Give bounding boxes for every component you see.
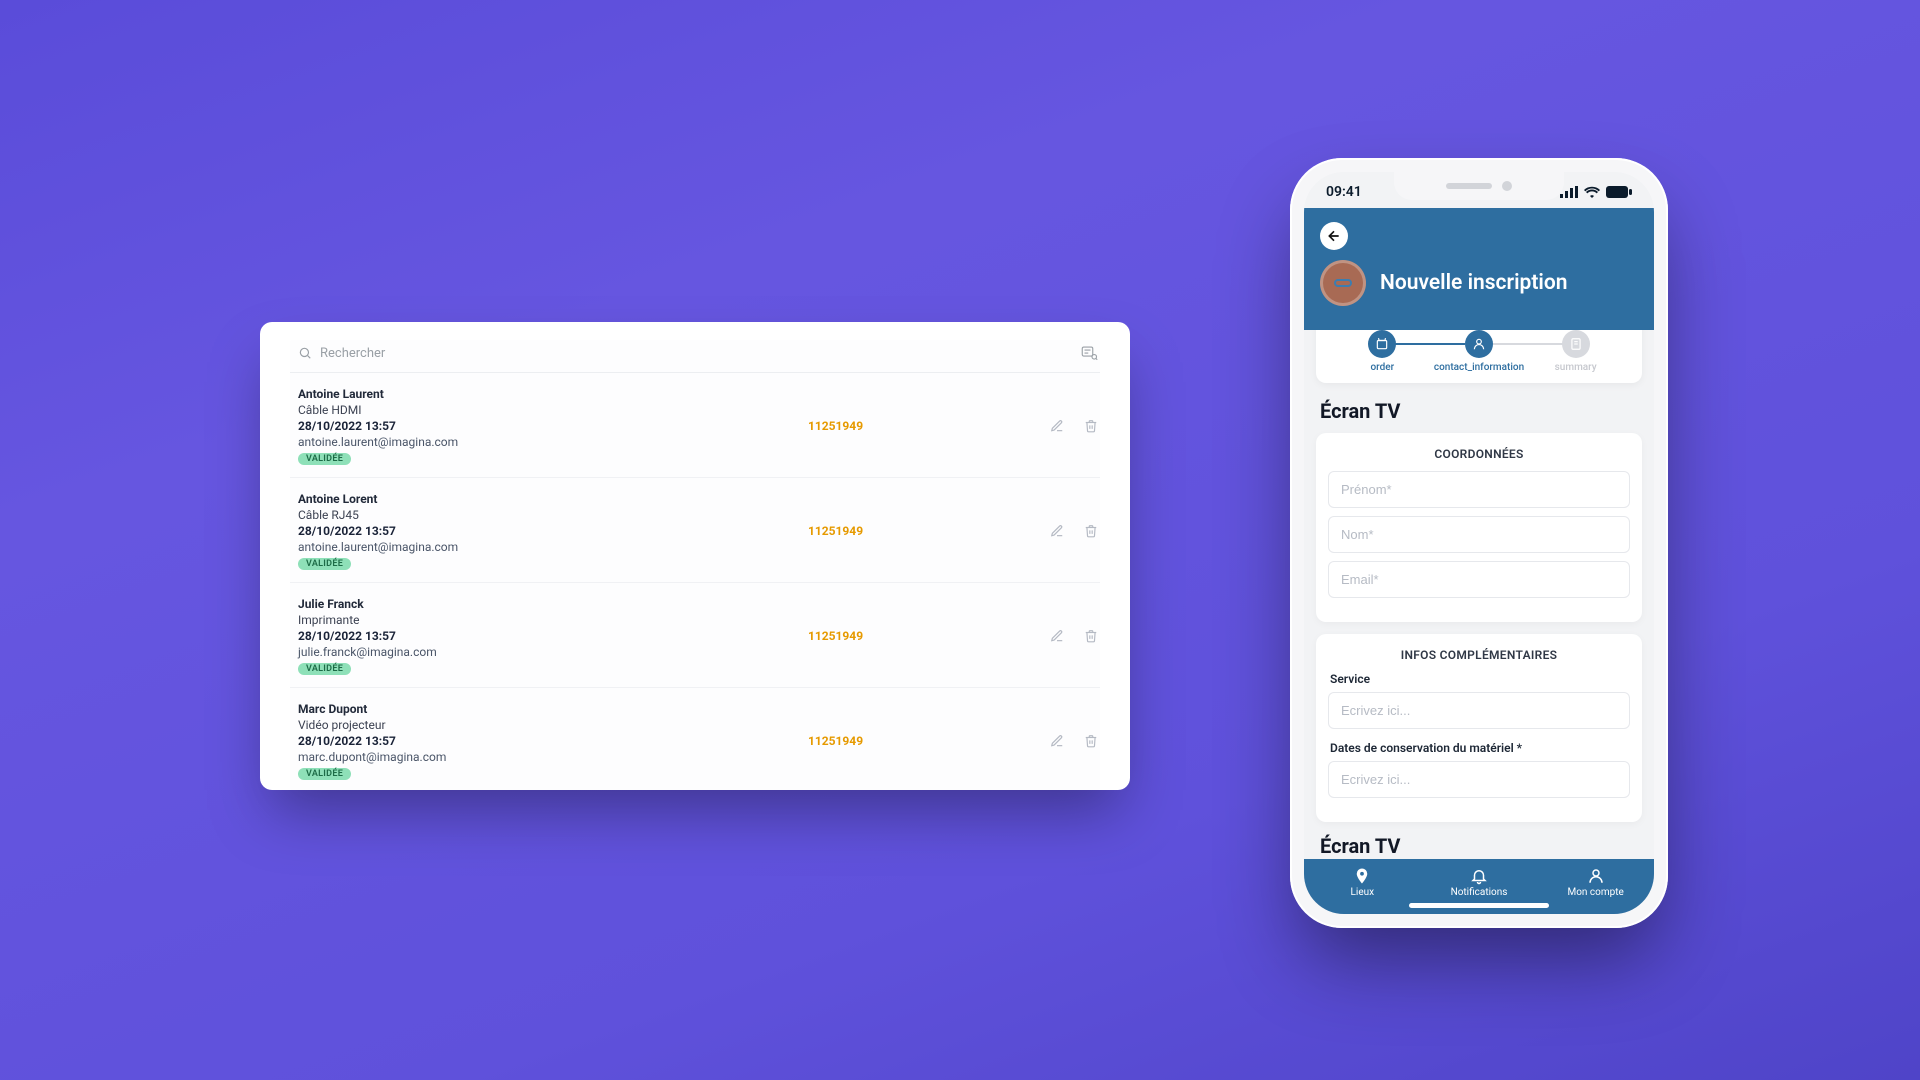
home-indicator[interactable] bbox=[1409, 903, 1549, 908]
step-label: order bbox=[1371, 362, 1395, 373]
battery-icon bbox=[1606, 186, 1632, 198]
tab-places[interactable]: Lieux bbox=[1304, 867, 1421, 898]
row-name: Julie Franck bbox=[298, 597, 796, 611]
form-heading: COORDONNÉES bbox=[1328, 447, 1630, 461]
service-field[interactable] bbox=[1328, 692, 1630, 729]
edit-icon[interactable] bbox=[1050, 524, 1064, 538]
step-summary: summary bbox=[1527, 330, 1624, 373]
row-product: Imprimante bbox=[298, 613, 796, 627]
edit-icon[interactable] bbox=[1050, 419, 1064, 433]
step-label: summary bbox=[1555, 362, 1597, 373]
delete-icon[interactable] bbox=[1084, 419, 1098, 433]
wifi-icon bbox=[1584, 186, 1600, 198]
status-badge: VALIDÉE bbox=[298, 768, 351, 780]
tab-label: Mon compte bbox=[1568, 887, 1624, 898]
dates-field[interactable] bbox=[1328, 761, 1630, 798]
dates-label: Dates de conservation du matériel * bbox=[1330, 741, 1628, 755]
arrow-left-icon bbox=[1326, 228, 1342, 244]
coordinates-card: COORDONNÉES bbox=[1316, 433, 1642, 622]
edit-icon[interactable] bbox=[1050, 629, 1064, 643]
status-badge: VALIDÉE bbox=[298, 453, 351, 465]
tab-notifications[interactable]: Notifications bbox=[1421, 867, 1538, 898]
list-item[interactable]: Antoine Lorent Câble RJ45 28/10/2022 13:… bbox=[290, 478, 1100, 583]
search-icon bbox=[298, 346, 312, 360]
row-ref: 11251949 bbox=[808, 419, 898, 433]
delete-icon[interactable] bbox=[1084, 524, 1098, 538]
delete-icon[interactable] bbox=[1084, 629, 1098, 643]
bell-icon bbox=[1470, 867, 1488, 885]
step-order[interactable]: order bbox=[1334, 330, 1431, 373]
row-email: julie.franck@imagina.com bbox=[298, 645, 796, 659]
row-product: Vidéo projecteur bbox=[298, 718, 796, 732]
row-date: 28/10/2022 13:57 bbox=[298, 524, 796, 538]
lastname-field[interactable] bbox=[1328, 516, 1630, 553]
search-input[interactable]: Rechercher bbox=[298, 346, 385, 361]
row-ref: 11251949 bbox=[808, 524, 898, 538]
status-badge: VALIDÉE bbox=[298, 558, 351, 570]
step-label: contact_information bbox=[1434, 362, 1524, 373]
app-header: Nouvelle inscription bbox=[1304, 208, 1654, 330]
firstname-field[interactable] bbox=[1328, 471, 1630, 508]
section-title: Écran TV bbox=[1304, 834, 1654, 859]
desktop-panel: Rechercher Antoine Laurent Câble HDMI 28… bbox=[260, 322, 1130, 790]
phone-screen: 09:41 Nouvelle inscription bbox=[1304, 172, 1654, 914]
search-row: Rechercher bbox=[298, 340, 1098, 372]
list-item[interactable]: Antoine Laurent Câble HDMI 28/10/2022 13… bbox=[290, 373, 1100, 478]
user-icon bbox=[1587, 867, 1605, 885]
row-email: antoine.laurent@imagina.com bbox=[298, 540, 796, 554]
back-button[interactable] bbox=[1320, 222, 1348, 250]
row-email: antoine.laurent@imagina.com bbox=[298, 435, 796, 449]
row-date: 28/10/2022 13:57 bbox=[298, 419, 796, 433]
row-date: 28/10/2022 13:57 bbox=[298, 734, 796, 748]
row-email: marc.dupont@imagina.com bbox=[298, 750, 796, 764]
phone-notch bbox=[1394, 172, 1564, 200]
row-name: Antoine Lorent bbox=[298, 492, 796, 506]
step-contact[interactable]: contact_information bbox=[1431, 330, 1528, 373]
section-title: Écran TV bbox=[1304, 393, 1654, 433]
row-name: Antoine Laurent bbox=[298, 387, 796, 401]
list-item[interactable]: Marc Dupont Vidéo projecteur 28/10/2022 … bbox=[290, 688, 1100, 790]
row-ref: 11251949 bbox=[808, 734, 898, 748]
row-product: Câble HDMI bbox=[298, 403, 796, 417]
status-badge: VALIDÉE bbox=[298, 663, 351, 675]
list-item[interactable]: Julie Franck Imprimante 28/10/2022 13:57… bbox=[290, 583, 1100, 688]
edit-icon[interactable] bbox=[1050, 734, 1064, 748]
tab-account[interactable]: Mon compte bbox=[1537, 867, 1654, 898]
row-date: 28/10/2022 13:57 bbox=[298, 629, 796, 643]
tab-bar: Lieux Notifications Mon compte bbox=[1304, 859, 1654, 914]
pin-icon bbox=[1353, 867, 1371, 885]
document-icon bbox=[1569, 337, 1583, 351]
row-product: Câble RJ45 bbox=[298, 508, 796, 522]
email-field[interactable] bbox=[1328, 561, 1630, 598]
delete-icon[interactable] bbox=[1084, 734, 1098, 748]
status-time: 09:41 bbox=[1326, 184, 1362, 200]
service-label: Service bbox=[1330, 672, 1628, 686]
filter-icon[interactable] bbox=[1080, 344, 1098, 362]
tab-label: Lieux bbox=[1351, 887, 1375, 898]
stepper: order contact_information summary bbox=[1316, 330, 1642, 383]
form-heading: INFOS COMPLÉMENTAIRES bbox=[1328, 648, 1630, 662]
row-name: Marc Dupont bbox=[298, 702, 796, 716]
user-icon bbox=[1472, 337, 1486, 351]
page-title: Nouvelle inscription bbox=[1380, 271, 1567, 295]
extra-info-card: INFOS COMPLÉMENTAIRES Service Dates de c… bbox=[1316, 634, 1642, 822]
search-placeholder: Rechercher bbox=[320, 346, 385, 361]
row-ref: 11251949 bbox=[808, 629, 898, 643]
phone-frame: 09:41 Nouvelle inscription bbox=[1290, 158, 1668, 928]
avatar bbox=[1320, 260, 1366, 306]
bag-icon bbox=[1375, 337, 1389, 351]
tab-label: Notifications bbox=[1451, 887, 1508, 898]
